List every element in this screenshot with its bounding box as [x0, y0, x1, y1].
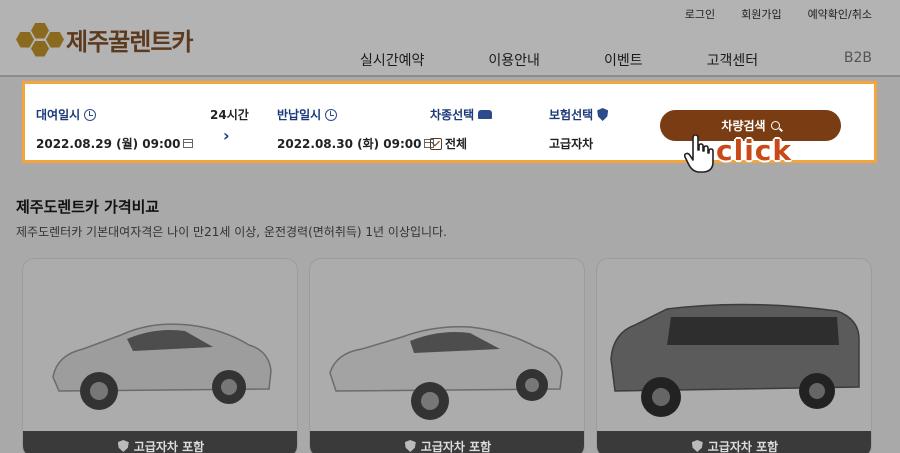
sedan-image: [52, 323, 272, 410]
car-card[interactable]: 고급자차 포함: [309, 258, 585, 453]
return-field[interactable]: 반납일시 2022.08.30 (화) 09:00: [277, 106, 435, 152]
nav-guide[interactable]: 이용안내: [488, 50, 540, 70]
cartype-value: 전체: [445, 137, 468, 151]
vehicle-search-label: 차량검색: [721, 119, 766, 133]
reservation-check-link[interactable]: 예약확인/취소: [808, 6, 872, 22]
insurance-label: 보험선택: [549, 108, 594, 122]
chevron-right-icon: ›: [223, 126, 230, 145]
header-divider: [0, 75, 900, 77]
car-card[interactable]: 고급자차 포함: [22, 258, 298, 453]
pickup-label: 대여일시: [36, 108, 81, 122]
calendar-icon[interactable]: [183, 139, 194, 148]
site-logo[interactable]: 제주꿀렌트카: [16, 22, 193, 57]
clock-icon: [84, 108, 97, 121]
shield-icon: [691, 440, 703, 452]
sedan-image: [329, 325, 563, 420]
price-compare-title: 제주도렌트카 가격비교: [16, 198, 160, 216]
pointer-hand-icon: [684, 134, 714, 173]
login-link[interactable]: 로그인: [685, 6, 715, 22]
click-annotation: click: [716, 134, 793, 167]
nav-realtime-reservation[interactable]: 실시간예약: [360, 50, 424, 70]
search-icon: [770, 121, 780, 130]
cartype-field[interactable]: 차종선택 전체: [430, 106, 493, 152]
card-insurance-note: 고급자차 포함: [420, 439, 492, 453]
return-label: 반납일시: [277, 108, 322, 122]
rental-duration: 24시간: [210, 108, 249, 122]
car-card[interactable]: 고급자차 포함: [596, 258, 872, 453]
return-datetime: 2022.08.30 (화) 09:00: [277, 137, 422, 151]
top-links: 로그인 회원가입 예약확인/취소: [685, 6, 872, 22]
shield-icon: [117, 440, 129, 452]
shield-icon: [597, 108, 609, 121]
shield-icon: [404, 440, 416, 452]
card-insurance-note: 고급자차 포함: [133, 439, 205, 453]
card-insurance-note: 고급자차 포함: [707, 439, 779, 453]
logo-text: 제주꿀렌트카: [66, 28, 193, 56]
car-icon: [478, 110, 493, 119]
van-image: [610, 303, 860, 417]
main-nav: 실시간예약 이용안내 이벤트 고객센터: [360, 50, 822, 70]
pickup-field[interactable]: 대여일시 2022.08.29 (월) 09:00: [36, 106, 194, 152]
cartype-label: 차종선택: [430, 108, 475, 122]
insurance-value: 고급자차: [549, 137, 594, 151]
site-header: 로그인 회원가입 예약확인/취소 제주꿀렌트카 실시간예약 이용안내 이벤트 고…: [0, 0, 900, 76]
all-cartype-checkbox[interactable]: [430, 137, 442, 150]
pickup-datetime: 2022.08.29 (월) 09:00: [36, 137, 181, 151]
b2b-link[interactable]: B2B: [844, 50, 872, 66]
insurance-field[interactable]: 보험선택 고급자차: [549, 106, 609, 152]
honeycomb-logo-icon: [16, 22, 64, 57]
rental-qualification-note: 제주도렌터카 기본대여자격은 나이 만21세 이상, 운전경력(면허취득) 1년…: [16, 225, 447, 239]
nav-events[interactable]: 이벤트: [604, 50, 643, 70]
clock-icon: [325, 108, 338, 121]
signup-link[interactable]: 회원가입: [741, 6, 781, 22]
nav-customer-center[interactable]: 고객센터: [707, 50, 759, 70]
